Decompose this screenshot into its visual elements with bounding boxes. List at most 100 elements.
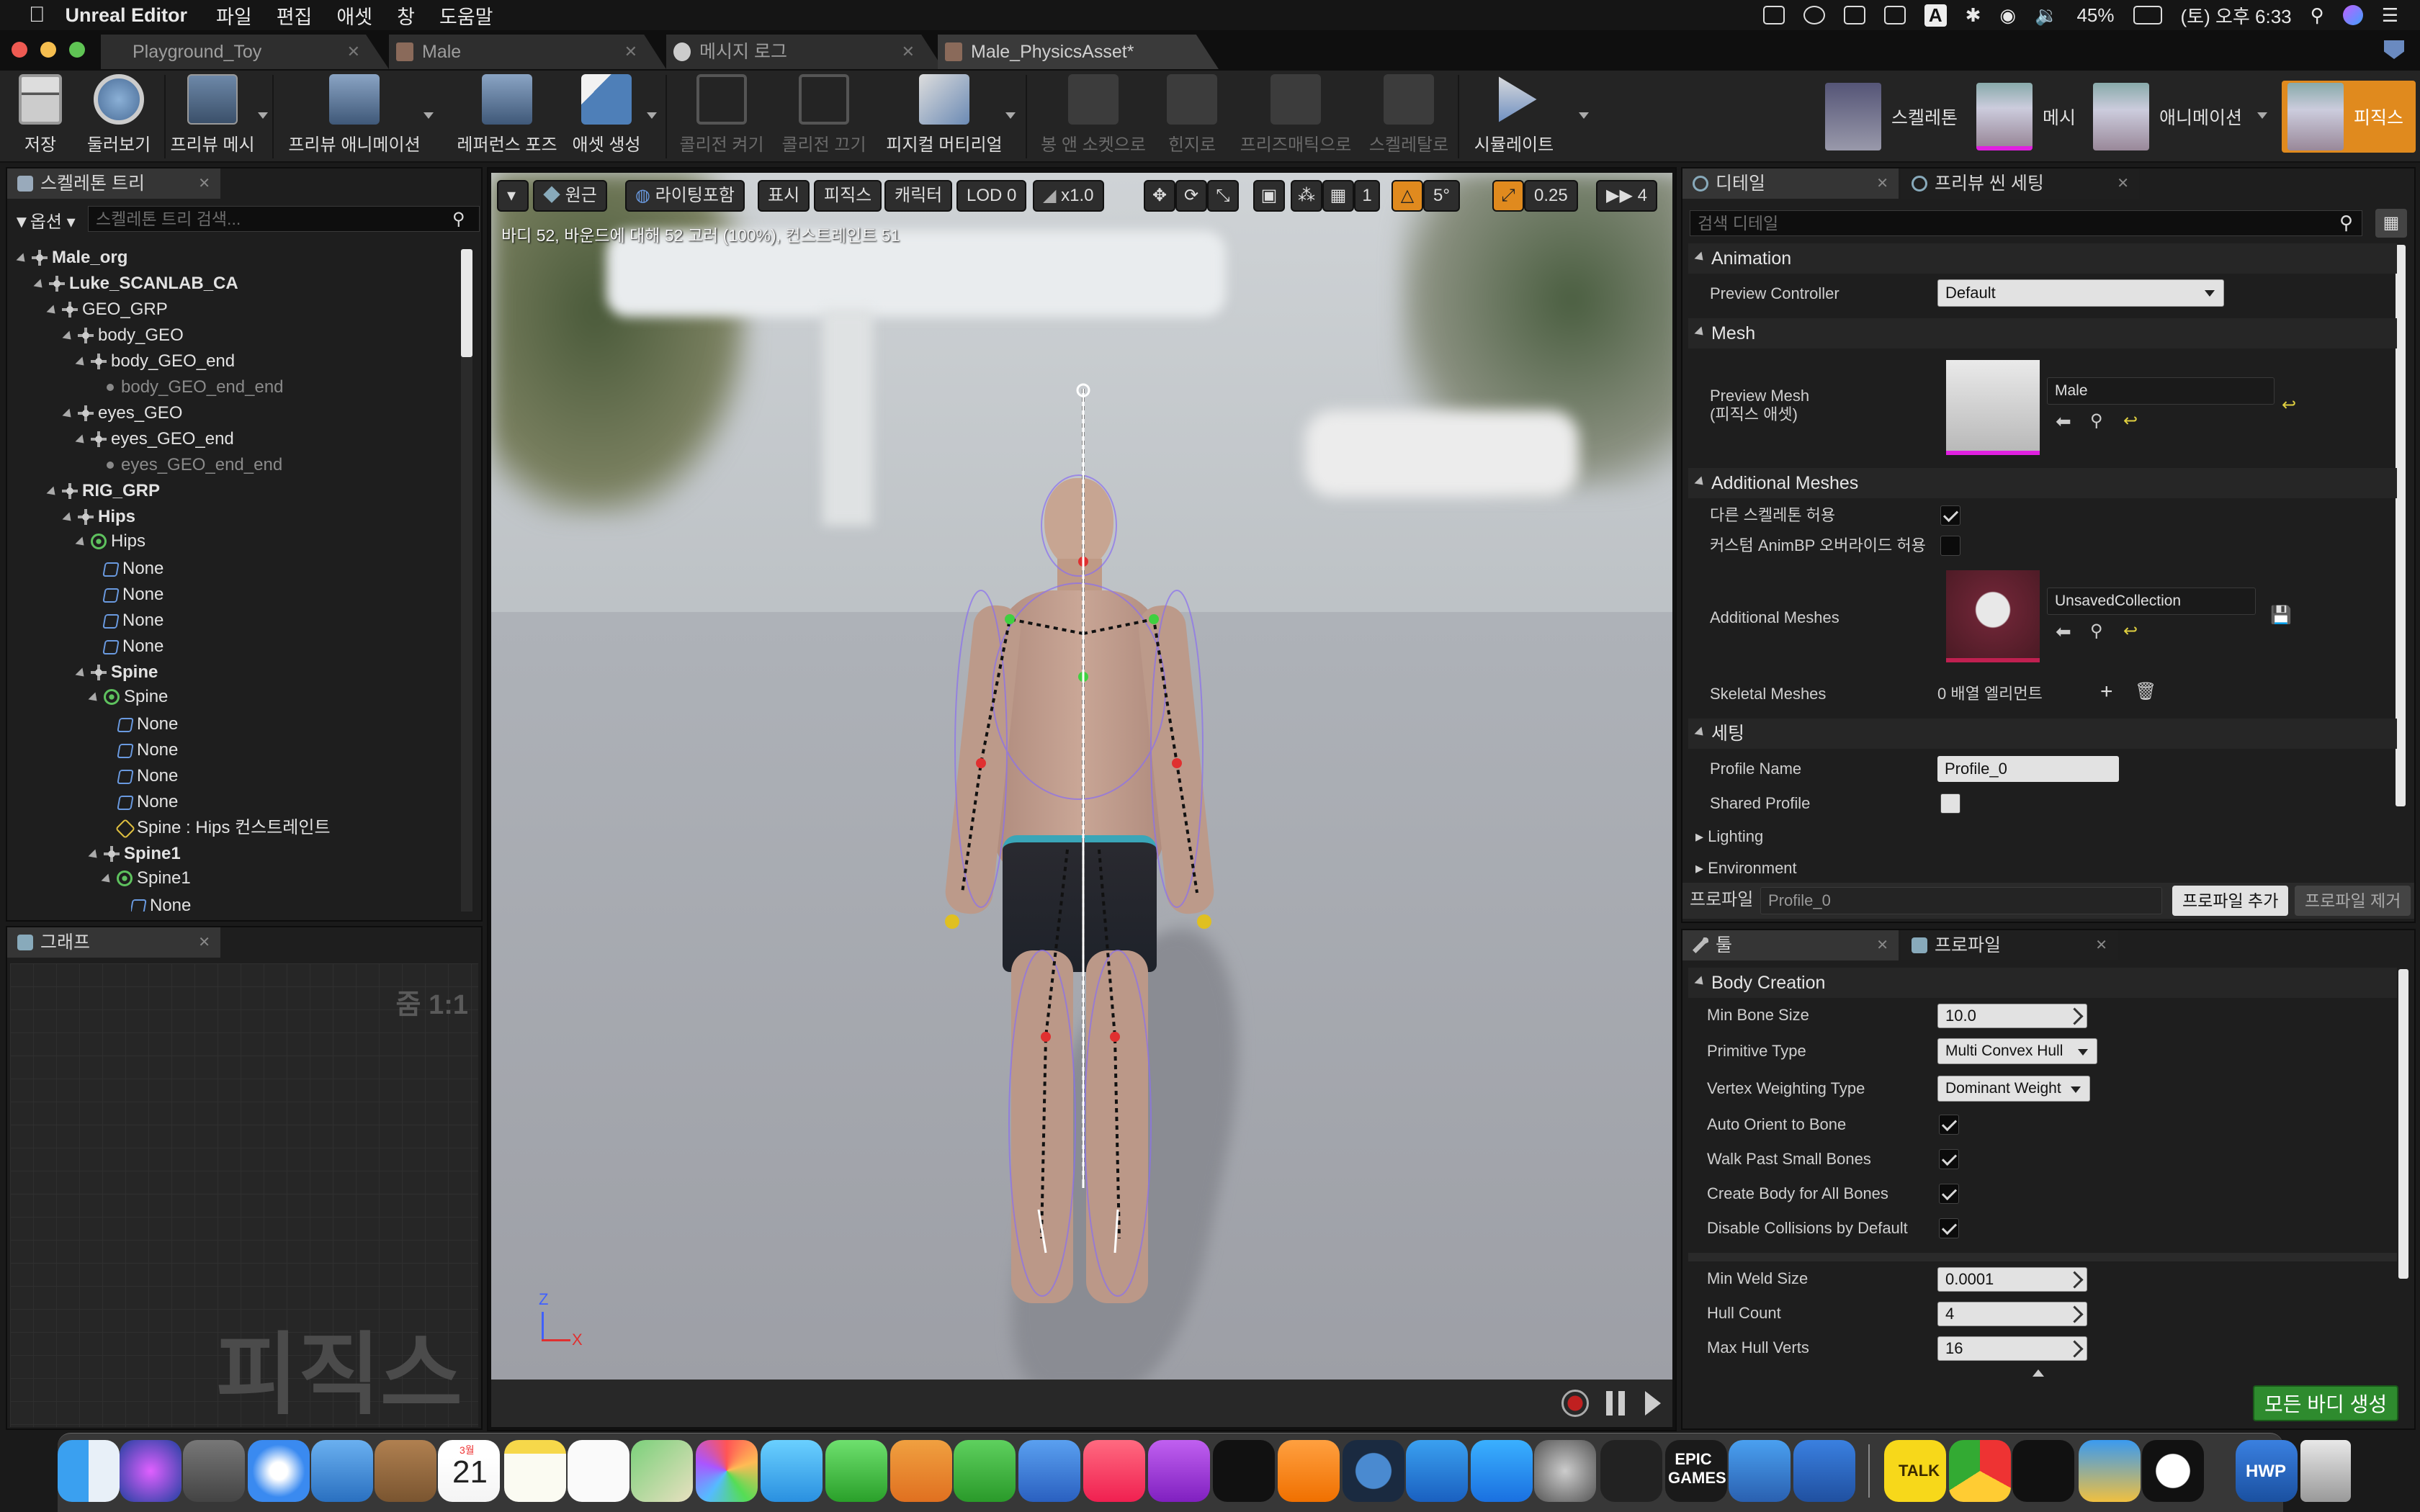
- expand-arrow-icon[interactable]: [101, 873, 114, 886]
- mode-animation-dropdown[interactable]: [2257, 112, 2267, 119]
- allow-other-skeletons-checkbox[interactable]: [1940, 505, 1960, 526]
- pin-app-icon[interactable]: [1793, 1440, 1855, 1502]
- vertex-weighting-select[interactable]: Dominant Weight: [1937, 1076, 2090, 1102]
- use-selected-arrow-icon[interactable]: ⬅: [2056, 410, 2071, 433]
- step-forward-button[interactable]: [1645, 1391, 1661, 1416]
- keynote-icon[interactable]: [890, 1440, 952, 1502]
- books-icon[interactable]: [1278, 1440, 1340, 1502]
- keynote-stand-icon[interactable]: [1018, 1440, 1080, 1502]
- close-icon[interactable]: ✕: [198, 168, 210, 199]
- browse-asset-icon[interactable]: ⚲: [2090, 621, 2103, 642]
- section-mesh[interactable]: Mesh: [1688, 318, 2397, 348]
- angle-snap-toggle[interactable]: △: [1392, 180, 1423, 212]
- photos-icon[interactable]: [696, 1440, 758, 1502]
- max-hull-verts-input[interactable]: 16: [1937, 1336, 2087, 1361]
- input-source-icon[interactable]: A: [1924, 4, 1947, 27]
- close-icon[interactable]: ✕: [1876, 930, 1888, 960]
- physics-view-button[interactable]: 피직스: [814, 180, 882, 212]
- add-element-icon[interactable]: +: [2100, 680, 2113, 704]
- close-icon[interactable]: ✕: [198, 927, 210, 958]
- tree-row[interactable]: None: [117, 711, 178, 737]
- use-selected-arrow-icon[interactable]: ⬅: [2056, 621, 2071, 643]
- scale-snap-toggle[interactable]: ⤢: [1492, 180, 1524, 212]
- add-profile-button[interactable]: 프로파일 추가: [2172, 886, 2289, 916]
- auto-orient-checkbox[interactable]: [1939, 1115, 1959, 1135]
- xcode-icon[interactable]: [1729, 1440, 1791, 1502]
- view-options-icon[interactable]: ▦: [2375, 209, 2407, 238]
- tree-row[interactable]: Spine: [88, 684, 168, 710]
- minimize-window-button[interactable]: [40, 42, 56, 58]
- reset-to-default-icon[interactable]: ↩: [2123, 621, 2138, 642]
- lit-button[interactable]: ◍ 라이팅포함: [625, 180, 745, 212]
- preview-controller-select[interactable]: Default: [1937, 279, 2224, 307]
- expand-arrow-icon[interactable]: [62, 408, 75, 421]
- scale-tool-button[interactable]: ⤡: [1207, 180, 1239, 212]
- facetime-icon[interactable]: [825, 1440, 887, 1502]
- perspective-button[interactable]: ◆ 원근: [533, 180, 607, 212]
- remove-profile-button[interactable]: 프로파일 제거: [2295, 886, 2411, 916]
- tree-scrollbar[interactable]: [461, 249, 472, 357]
- simulate-dropdown[interactable]: [1579, 112, 1589, 119]
- expand-arrow-icon[interactable]: [46, 486, 59, 499]
- shared-profile-checkbox[interactable]: [1940, 793, 1960, 814]
- menu-edit[interactable]: 편집: [277, 1, 313, 30]
- tree-row[interactable]: None: [117, 763, 178, 789]
- menu-file[interactable]: 파일: [216, 1, 252, 30]
- enable-collision-button[interactable]: 콜리전 켜기: [677, 71, 766, 163]
- generate-all-bodies-button[interactable]: 모든 바디 생성: [2253, 1385, 2399, 1421]
- tab-male-physics-asset[interactable]: Male_PhysicsAsset*: [938, 35, 1219, 69]
- physical-material-button[interactable]: 피지컬 머티리얼: [883, 71, 1005, 163]
- tv-icon[interactable]: [1213, 1440, 1275, 1502]
- hinge-button[interactable]: 힌지로: [1160, 71, 1224, 163]
- control-center-icon[interactable]: ☰: [2382, 4, 2398, 27]
- podcasts-icon[interactable]: [1148, 1440, 1210, 1502]
- expand-arrow-icon[interactable]: [75, 356, 88, 369]
- min-weld-size-input[interactable]: 0.0001: [1937, 1267, 2087, 1292]
- tab-male[interactable]: Male ✕: [389, 35, 666, 69]
- safari-icon[interactable]: [248, 1440, 310, 1502]
- preview-mesh-dropdown[interactable]: [258, 112, 268, 119]
- details-scrollbar[interactable]: [2396, 245, 2406, 806]
- section-additional-meshes[interactable]: Additional Meshes: [1688, 468, 2397, 498]
- tab-graph[interactable]: 그래프 ✕: [7, 927, 220, 958]
- siri-icon[interactable]: [2342, 5, 2363, 25]
- environment-group[interactable]: ▸ Environment: [1695, 858, 1797, 878]
- close-window-button[interactable]: [12, 42, 27, 58]
- details-search[interactable]: 검색 디테일: [1690, 210, 2362, 236]
- unreal-engine-icon[interactable]: [2142, 1440, 2204, 1502]
- mode-mesh[interactable]: 메시: [1976, 81, 2076, 153]
- reminders-icon[interactable]: [568, 1440, 629, 1502]
- delete-elements-icon[interactable]: 🗑: [2135, 681, 2156, 702]
- physical-material-dropdown[interactable]: [1005, 112, 1016, 119]
- hull-count-input[interactable]: 4: [1937, 1302, 2087, 1326]
- pause-button[interactable]: [1606, 1391, 1625, 1416]
- tree-row[interactable]: Male_org: [16, 245, 127, 271]
- vscode-icon[interactable]: [1406, 1440, 1468, 1502]
- tree-row[interactable]: Spine1: [101, 865, 191, 891]
- primitive-type-select[interactable]: Multi Convex Hull: [1937, 1038, 2097, 1064]
- close-icon[interactable]: ✕: [624, 35, 637, 69]
- tab-profile[interactable]: 프로파일 ✕: [1901, 930, 2118, 960]
- tools-scrollbar[interactable]: [2398, 969, 2408, 1279]
- trash-icon[interactable]: [2300, 1440, 2351, 1502]
- reset-mesh-icon[interactable]: ↩: [2282, 395, 2296, 415]
- tab-skeleton-tree[interactable]: 스켈레톤 트리 ✕: [7, 168, 220, 199]
- tree-row[interactable]: eyes_GEO: [62, 400, 182, 426]
- profile-select[interactable]: Profile_0: [1760, 887, 2162, 914]
- options-dropdown[interactable]: ▼옵션 ▾: [13, 207, 76, 233]
- close-icon[interactable]: ✕: [2095, 930, 2107, 960]
- file-viewer-icon[interactable]: [2079, 1440, 2141, 1502]
- grid-snap-button[interactable]: ▦: [1322, 180, 1354, 212]
- camera-speed-button[interactable]: ▶▶ 4: [1596, 180, 1657, 212]
- wifi-icon[interactable]: ◉: [1999, 4, 2016, 27]
- prismatic-button[interactable]: 프리즈매틱으로: [1234, 71, 1357, 163]
- grid-size-button[interactable]: 1: [1354, 180, 1380, 212]
- expand-arrow-icon[interactable]: [88, 692, 101, 705]
- tree-row[interactable]: eyes_GEO_end_end: [107, 452, 282, 478]
- preview-mesh-select[interactable]: Male: [2047, 377, 2275, 405]
- messages-icon[interactable]: [761, 1440, 823, 1502]
- profile-name-input[interactable]: Profile_0: [1937, 756, 2119, 782]
- expand-arrow-icon[interactable]: [88, 849, 101, 862]
- skeletal-button[interactable]: 스켈레탈로: [1364, 71, 1453, 163]
- battery-icon[interactable]: [2133, 6, 2162, 24]
